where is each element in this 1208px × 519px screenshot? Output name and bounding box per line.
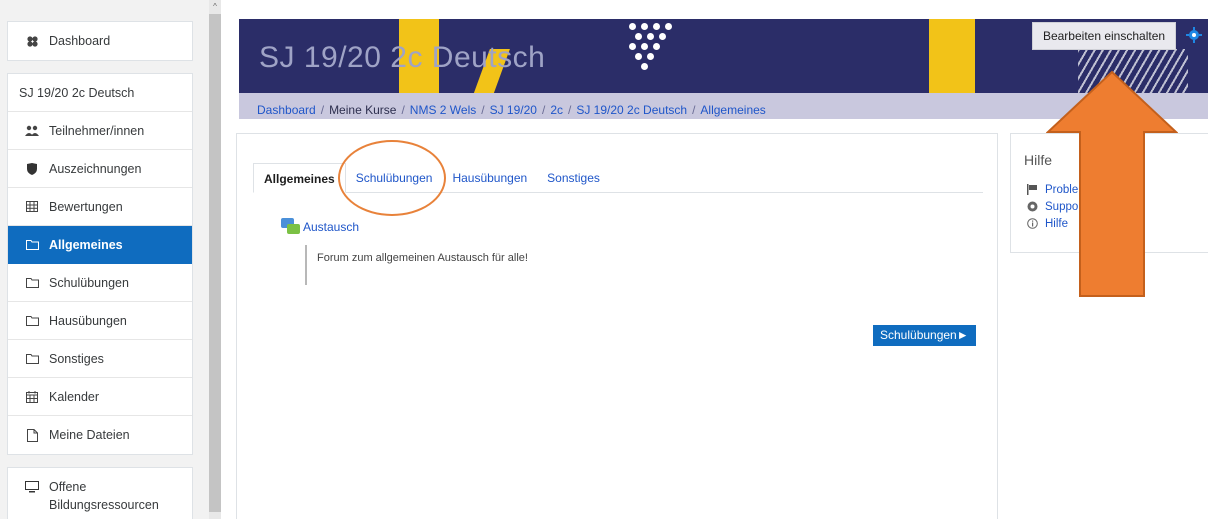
sidebar-item-dateien[interactable]: Meine Dateien: [8, 416, 192, 454]
page: Dashboard SJ 19/20 2c Deutsch Teilnehmer…: [0, 0, 1208, 519]
sidebar-item-hausuebungen[interactable]: Hausübungen: [8, 302, 192, 340]
next-section-button[interactable]: Schulübungen►: [873, 325, 976, 346]
sidebar-item-allgemeines[interactable]: Allgemeines: [8, 226, 192, 264]
page-title: SJ 19/20 2c Deutsch: [259, 41, 546, 74]
sidebar-block-course: SJ 19/20 2c Deutsch Teilnehmer/innen Aus…: [7, 73, 193, 455]
scroll-up-arrow-icon[interactable]: ^: [210, 2, 220, 12]
forum-link[interactable]: Austausch: [303, 220, 359, 234]
users-icon: [25, 124, 39, 138]
sidebar-item-dashboard[interactable]: Dashboard: [8, 22, 192, 60]
sidebar-item-label: SJ 19/20 2c Deutsch: [19, 85, 135, 100]
sidebar-item-participants[interactable]: Teilnehmer/innen: [8, 112, 192, 150]
file-icon: [25, 428, 39, 442]
gear-icon[interactable]: [1186, 27, 1202, 43]
info-icon: [1026, 218, 1038, 230]
sidebar-item-label: Hausübungen: [49, 313, 127, 328]
scrollbar-thumb[interactable]: [209, 14, 221, 512]
sidebar-item-kalender[interactable]: Kalender: [8, 378, 192, 416]
sidebar-item-label: Teilnehmer/innen: [49, 123, 145, 138]
tab-allgemeines[interactable]: Allgemeines: [253, 163, 346, 193]
breadcrumb-link[interactable]: NMS 2 Wels: [410, 103, 476, 117]
folder-icon: [25, 276, 39, 290]
sidebar-item-label: Allgemeines: [49, 237, 123, 252]
monitor-icon: [25, 480, 39, 494]
sidebar-item-schuluebungen[interactable]: Schulübungen: [8, 264, 192, 302]
folder-icon: [25, 352, 39, 366]
sidebar-item-label: Sonstiges: [49, 351, 104, 366]
sidebar-item-label: Kalender: [49, 389, 100, 404]
support-icon: [1026, 201, 1038, 213]
folder-icon: [25, 238, 39, 252]
breadcrumb-item: Meine Kurse: [329, 103, 397, 117]
annotation-up-arrow-icon: [1046, 70, 1178, 297]
breadcrumb-link[interactable]: Allgemeines: [700, 103, 765, 117]
sidebar-item-grades[interactable]: Bewertungen: [8, 188, 192, 226]
table-icon: [25, 200, 39, 214]
sidebar-item-course[interactable]: SJ 19/20 2c Deutsch: [8, 74, 192, 112]
sidebar-item-label: Offene Bildungsressourcen: [49, 480, 159, 512]
breadcrumb-link[interactable]: SJ 19/20: [490, 103, 537, 117]
edit-mode-button[interactable]: Bearbeiten einschalten: [1032, 22, 1176, 50]
folder-icon: [25, 314, 39, 328]
forum-icon: [281, 218, 301, 236]
flag-icon: [1026, 184, 1038, 196]
sidebar-item-oer[interactable]: Offene Bildungsressourcen: [8, 468, 192, 519]
tab-hausuebungen[interactable]: Hausübungen: [442, 163, 537, 193]
sidebar-item-label: Meine Dateien: [49, 428, 130, 442]
sidebar-block-dashboard: Dashboard: [7, 21, 193, 61]
sidebar: Dashboard SJ 19/20 2c Deutsch Teilnehmer…: [0, 0, 210, 519]
sidebar-item-label: Bewertungen: [49, 199, 123, 214]
shield-icon: [25, 162, 39, 176]
sidebar-block-oer: Offene Bildungsressourcen: [7, 467, 193, 519]
breadcrumb-link[interactable]: Dashboard: [257, 103, 316, 117]
calendar-icon: [25, 390, 39, 404]
banner-dots-decoration: [619, 19, 689, 74]
forum-description: Forum zum allgemeinen Austausch für alle…: [305, 245, 528, 285]
breadcrumb-link[interactable]: SJ 19/20 2c Deutsch: [576, 103, 687, 117]
breadcrumb: Dashboard / Meine Kurse / NMS 2 Wels / SJ 19/2…: [257, 103, 766, 117]
dashboard-icon: [25, 34, 39, 48]
sidebar-item-label: Auszeichnungen: [49, 161, 142, 176]
sidebar-item-label: Dashboard: [49, 34, 111, 48]
sidebar-item-sonstiges[interactable]: Sonstiges: [8, 340, 192, 378]
annotation-circle: [338, 140, 446, 216]
forum-activity[interactable]: Austausch: [281, 218, 359, 236]
tab-sonstiges[interactable]: Sonstiges: [537, 163, 610, 193]
sidebar-item-badges[interactable]: Auszeichnungen: [8, 150, 192, 188]
sidebar-item-label: Schulübungen: [49, 275, 129, 290]
breadcrumb-link[interactable]: 2c: [550, 103, 563, 117]
